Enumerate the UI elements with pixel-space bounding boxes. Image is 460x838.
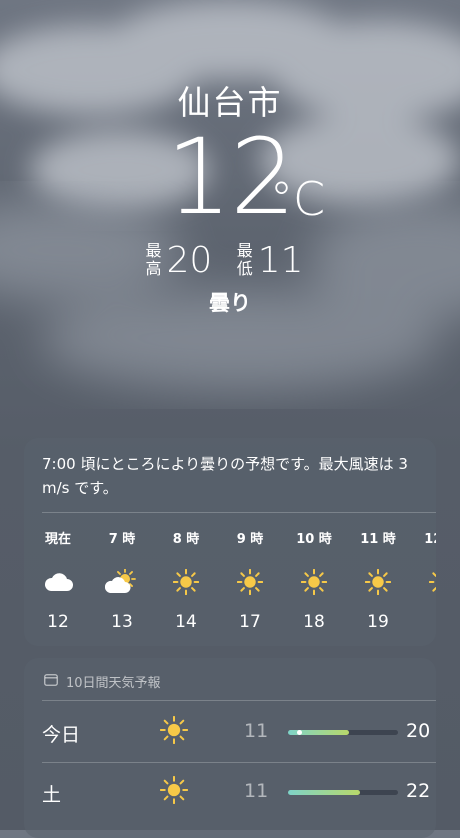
day-low: 11 bbox=[244, 780, 269, 802]
forecast-summary: 7:00 頃にところにより曇りの予想です。最大風速は 3 m/s です。 bbox=[42, 455, 408, 497]
day-low: 11 bbox=[244, 720, 269, 742]
sun-icon bbox=[282, 562, 346, 602]
sun-icon bbox=[410, 562, 436, 602]
hour-label: 7 時 bbox=[108, 532, 136, 547]
forecast-header: 10日間天気予報 bbox=[44, 672, 161, 691]
hour-label: 12 時 bbox=[424, 532, 436, 547]
cloud-icon bbox=[26, 562, 90, 602]
day-label: 土 bbox=[42, 784, 62, 806]
hour-temperature: 2 bbox=[410, 612, 436, 632]
hourly-forecast-card[interactable]: 7:00 頃にところにより曇りの予想です。最大風速は 3 m/s です。 現在 … bbox=[24, 438, 436, 646]
current-temperature-dot bbox=[297, 730, 302, 735]
temperature-range-bar bbox=[288, 730, 398, 735]
current-temperature-block: 12 °C bbox=[0, 118, 460, 236]
hour-label: 10 時 bbox=[296, 532, 332, 547]
sun-icon bbox=[346, 562, 410, 602]
day-high: 20 bbox=[406, 720, 431, 742]
hourly-item: 9 時 17 bbox=[218, 528, 282, 632]
divider bbox=[42, 700, 436, 701]
partly-sunny-icon bbox=[90, 562, 154, 602]
hourly-item: 8 時 14 bbox=[154, 528, 218, 632]
sun-icon bbox=[154, 562, 218, 602]
sun-icon bbox=[159, 715, 189, 748]
hour-temperature: 17 bbox=[239, 612, 261, 632]
hourly-scroller[interactable]: 現在 127 時 138 時 149 時 1710 時 1811 時 1912 … bbox=[24, 528, 436, 638]
condition: 曇り bbox=[209, 291, 251, 315]
forecast-row[interactable]: 土 11 22 bbox=[42, 762, 436, 820]
hour-temperature: 19 bbox=[367, 612, 389, 632]
hour-label: 8 時 bbox=[172, 532, 200, 547]
high-label: 最高 bbox=[145, 241, 162, 278]
hour-temperature: 12 bbox=[47, 612, 69, 632]
hourly-item: 11 時 19 bbox=[346, 528, 410, 632]
calendar-icon bbox=[44, 673, 58, 690]
hour-label: 9 時 bbox=[236, 532, 264, 547]
day-label: 今日 bbox=[42, 724, 81, 746]
temperature-range-bar bbox=[288, 790, 398, 795]
hour-temperature: 13 bbox=[111, 612, 133, 632]
hourly-item: 現在 12 bbox=[26, 528, 90, 632]
high-temperature: 20 bbox=[166, 239, 213, 281]
forecast-header-label: 10日間天気予報 bbox=[66, 676, 161, 691]
range-fill bbox=[288, 790, 360, 795]
day-high: 22 bbox=[406, 780, 431, 802]
hourly-item: 7 時 13 bbox=[90, 528, 154, 632]
high-low: 最高 20 最低 11 bbox=[0, 238, 460, 281]
hour-temperature: 14 bbox=[175, 612, 197, 632]
hour-temperature: 18 bbox=[303, 612, 325, 632]
hour-label: 11 時 bbox=[360, 532, 396, 547]
divider bbox=[42, 512, 436, 513]
ten-day-forecast-card[interactable]: 10日間天気予報 今日 11 20 土 11 22 bbox=[24, 658, 436, 838]
forecast-row[interactable]: 今日 11 20 bbox=[42, 702, 436, 760]
temperature-unit: °C bbox=[270, 172, 326, 226]
hour-label: 現在 bbox=[44, 532, 71, 547]
sun-icon bbox=[218, 562, 282, 602]
sun-icon bbox=[159, 775, 189, 808]
low-label: 最低 bbox=[236, 241, 253, 278]
low-temperature: 11 bbox=[257, 239, 304, 281]
hourly-item: 12 時 2 bbox=[410, 528, 436, 632]
hourly-item: 10 時 18 bbox=[282, 528, 346, 632]
